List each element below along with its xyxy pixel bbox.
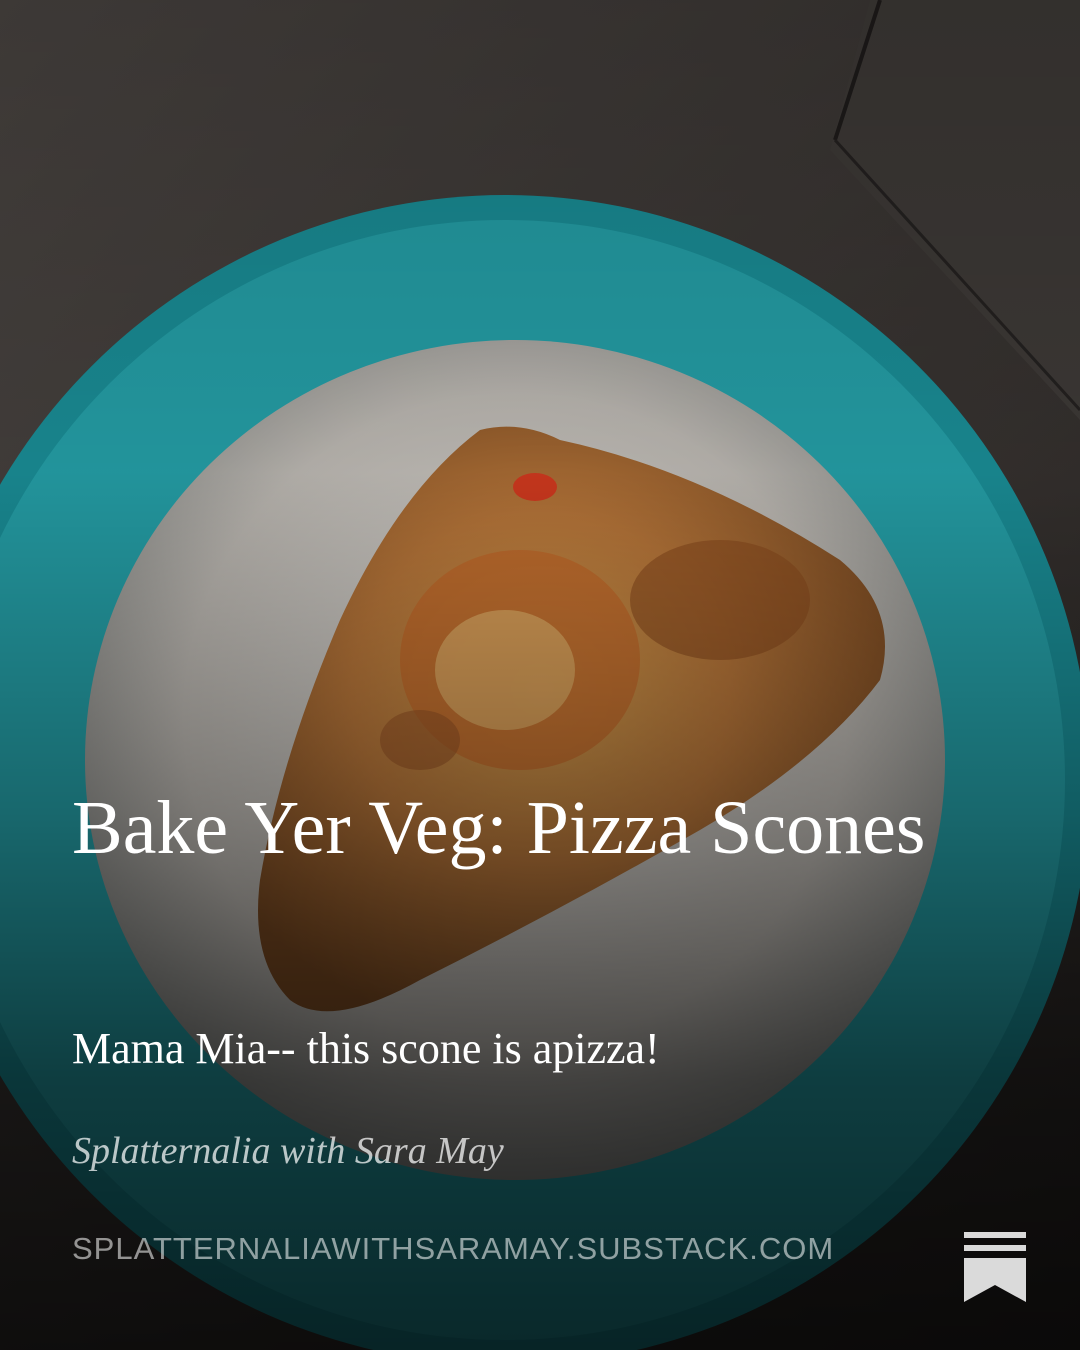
share-card: Bake Yer Veg: Pizza Scones Mama Mia-- th… xyxy=(0,0,1080,1350)
substack-bookmark-icon xyxy=(964,1232,1026,1302)
post-title: Bake Yer Veg: Pizza Scones xyxy=(72,786,926,870)
publication-url[interactable]: SPLATTERNALIAWITHSARAMAY.SUBSTACK.COM xyxy=(72,1230,932,1268)
publication-name: Splatternalia with Sara May xyxy=(72,1130,504,1172)
post-subtitle: Mama Mia-- this scone is apizza! xyxy=(72,1024,660,1073)
